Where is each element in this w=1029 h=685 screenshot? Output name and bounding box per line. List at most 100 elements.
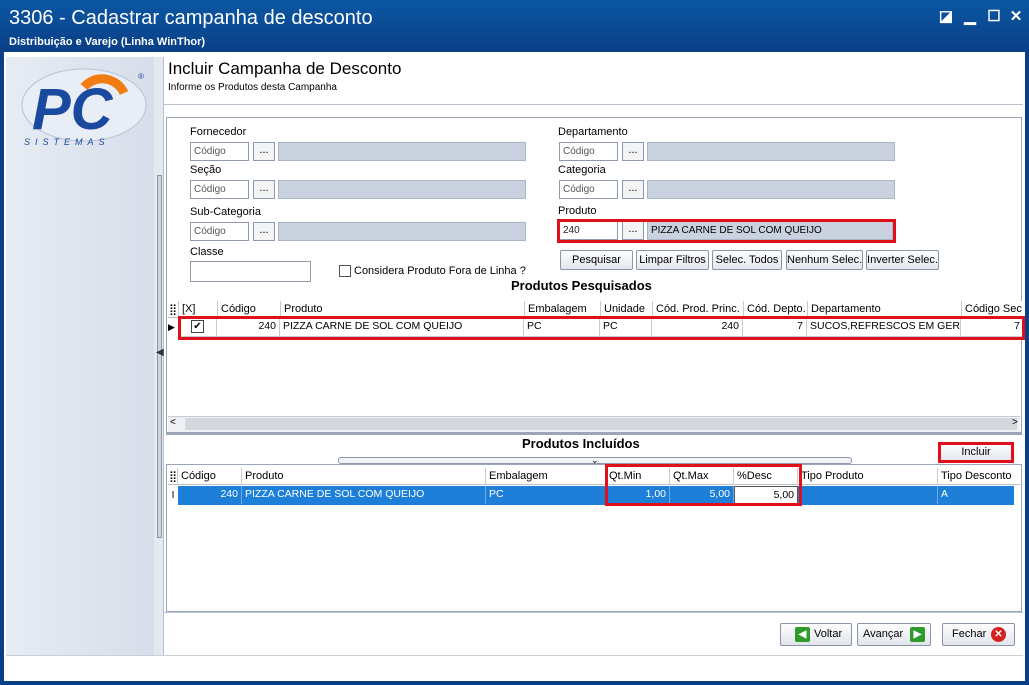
cell-departamento: SUCOS,REFRESCOS EM GERAL bbox=[807, 318, 961, 336]
departamento-code-input[interactable]: Código bbox=[559, 142, 618, 161]
page-title: Incluir Campanha de Desconto bbox=[168, 59, 402, 78]
grid-menu-icon[interactable]: ⣿ bbox=[168, 468, 178, 485]
svg-text:®: ® bbox=[138, 72, 144, 81]
results-col-codigo-sec[interactable]: Código Sec. bbox=[962, 301, 1022, 318]
subcategoria-code-input[interactable]: Código bbox=[190, 222, 249, 241]
produto-description-field: PIZZA CARNE DE SOL COM QUEIJO bbox=[647, 221, 893, 240]
departamento-label: Departamento bbox=[558, 126, 628, 138]
row-pointer-icon: ▶ bbox=[168, 322, 175, 332]
cell-tipo-desconto: A bbox=[941, 488, 949, 500]
included-col-desc[interactable]: %Desc bbox=[734, 468, 798, 485]
cell-produto: PIZZA CARNE DE SOL COM QUEIJO bbox=[242, 486, 486, 504]
voltar-button[interactable]: ◀ Voltar bbox=[780, 623, 852, 646]
divider bbox=[164, 612, 1023, 613]
fechar-button[interactable]: Fechar ✕ bbox=[942, 623, 1015, 646]
included-col-tipo-desconto[interactable]: Tipo Desconto bbox=[938, 468, 1020, 485]
nenhum-selec-button[interactable]: Nenhum Selec. bbox=[786, 250, 863, 270]
left-panel: PC SISTEMAS ® bbox=[6, 57, 155, 655]
minimize-icon[interactable]: ▁ bbox=[961, 9, 979, 25]
categoria-code-input[interactable]: Código bbox=[559, 180, 618, 199]
scrollbar-thumb[interactable] bbox=[185, 418, 1017, 430]
cell-cod-depto: 7 bbox=[743, 318, 807, 336]
cell-tipo-produto bbox=[798, 486, 938, 504]
fechar-label: Fechar bbox=[952, 628, 987, 640]
produto-label: Produto bbox=[558, 205, 597, 217]
results-grid-header: ⣿ [X] Código Produto Embalagem Unidade C… bbox=[168, 301, 1022, 318]
cell-qt-min[interactable]: 1,00 bbox=[606, 486, 670, 504]
cell-cod-prod-princ: 240 bbox=[652, 318, 743, 336]
classe-label: Classe bbox=[190, 246, 224, 258]
included-col-tipo-produto[interactable]: Tipo Produto bbox=[798, 468, 938, 485]
divider bbox=[166, 433, 1022, 435]
results-col-produto[interactable]: Produto bbox=[281, 301, 525, 318]
results-col-codigo[interactable]: Código bbox=[218, 301, 281, 318]
close-circle-icon: ✕ bbox=[991, 627, 1006, 642]
results-col-cod-prod-princ[interactable]: Cód. Prod. Princ. bbox=[653, 301, 744, 318]
secao-label: Seção bbox=[190, 164, 222, 176]
produto-code-input[interactable]: 240 bbox=[559, 221, 618, 240]
avancar-label: Avançar bbox=[863, 628, 904, 640]
included-grid-header: ⣿ Código Produto Embalagem Qt.Min Qt.Max… bbox=[168, 468, 1020, 485]
row-select-cell[interactable]: ✔ bbox=[178, 318, 217, 336]
divider bbox=[164, 104, 1023, 105]
incluir-button[interactable]: Incluir bbox=[940, 443, 1012, 462]
included-col-qt-max[interactable]: Qt.Max bbox=[670, 468, 734, 485]
results-col-cod-depto[interactable]: Cód. Depto. bbox=[744, 301, 808, 318]
fornecedor-label: Fornecedor bbox=[190, 126, 247, 138]
table-row[interactable]: 240 PIZZA CARNE DE SOL COM QUEIJO PC 1,0… bbox=[178, 486, 1014, 505]
subcategoria-description-field bbox=[278, 222, 526, 241]
avancar-button[interactable]: Avançar ▶ bbox=[857, 623, 931, 646]
categoria-description-field bbox=[647, 180, 895, 199]
window-title: 3306 - Cadastrar campanha de desconto bbox=[9, 7, 373, 29]
results-col-check[interactable]: [X] bbox=[179, 301, 218, 318]
close-icon[interactable]: ✕ bbox=[1007, 9, 1025, 25]
scroll-right-icon[interactable]: > bbox=[1012, 417, 1018, 428]
cell-desc-editor[interactable]: 5,00 bbox=[734, 486, 798, 504]
categoria-label: Categoria bbox=[558, 164, 606, 176]
restore-icon[interactable]: ◪ bbox=[937, 9, 955, 25]
collapse-left-icon[interactable]: ◀ bbox=[156, 347, 164, 358]
cell-qt-max[interactable]: 5,00 bbox=[670, 486, 734, 504]
pc-sistemas-logo: PC SISTEMAS ® bbox=[21, 68, 147, 147]
selec-todos-button[interactable]: Selec. Todos bbox=[712, 250, 782, 270]
categoria-lookup-button[interactable]: ... bbox=[622, 180, 644, 199]
table-row[interactable]: ✔ 240 PIZZA CARNE DE SOL COM QUEIJO PC P… bbox=[178, 318, 1023, 337]
inverter-selec-button[interactable]: Inverter Selec. bbox=[866, 250, 939, 270]
page-subtitle: Informe os Produtos desta Campanha bbox=[168, 82, 337, 93]
grid-menu-icon[interactable]: ⣿ bbox=[168, 301, 179, 318]
forward-arrow-icon: ▶ bbox=[910, 627, 925, 642]
fora-linha-label: Considera Produto Fora de Linha ? bbox=[354, 265, 526, 277]
voltar-label: Voltar bbox=[814, 628, 843, 640]
fornecedor-lookup-button[interactable]: ... bbox=[253, 142, 275, 161]
departamento-lookup-button[interactable]: ... bbox=[622, 142, 644, 161]
row-cursor-icon: I bbox=[171, 490, 175, 501]
logo-word: SISTEMAS bbox=[24, 137, 110, 147]
results-col-embalagem[interactable]: Embalagem bbox=[525, 301, 601, 318]
classe-input[interactable] bbox=[190, 261, 311, 282]
limpar-filtros-button[interactable]: Limpar Filtros bbox=[636, 250, 709, 270]
fornecedor-code-input[interactable]: Código bbox=[190, 142, 249, 161]
included-col-embalagem[interactable]: Embalagem bbox=[486, 468, 606, 485]
included-col-qt-min[interactable]: Qt.Min bbox=[606, 468, 670, 485]
results-title: Produtos Pesquisados bbox=[511, 278, 652, 293]
secao-code-input[interactable]: Código bbox=[190, 180, 249, 199]
departamento-description-field bbox=[647, 142, 895, 161]
fora-linha-checkbox[interactable] bbox=[339, 265, 351, 277]
subcategoria-label: Sub-Categoria bbox=[190, 206, 261, 218]
included-col-produto[interactable]: Produto bbox=[242, 468, 486, 485]
cell-embalagem: PC bbox=[524, 318, 600, 336]
pesquisar-button[interactable]: Pesquisar bbox=[560, 250, 633, 270]
window-titlebar: 3306 - Cadastrar campanha de desconto Di… bbox=[0, 0, 1029, 52]
row-checkbox[interactable]: ✔ bbox=[191, 320, 204, 333]
included-col-codigo[interactable]: Código bbox=[178, 468, 242, 485]
logo-mark: PC bbox=[32, 77, 114, 142]
subcategoria-lookup-button[interactable]: ... bbox=[253, 222, 275, 241]
scroll-left-icon[interactable]: < bbox=[170, 417, 176, 428]
status-bar bbox=[6, 655, 1023, 679]
results-col-departamento[interactable]: Departamento bbox=[808, 301, 962, 318]
secao-lookup-button[interactable]: ... bbox=[253, 180, 275, 199]
results-col-unidade[interactable]: Unidade bbox=[601, 301, 653, 318]
maximize-icon[interactable]: ☐ bbox=[985, 9, 1003, 25]
produto-lookup-button[interactable]: ... bbox=[622, 221, 644, 240]
secao-description-field bbox=[278, 180, 526, 199]
